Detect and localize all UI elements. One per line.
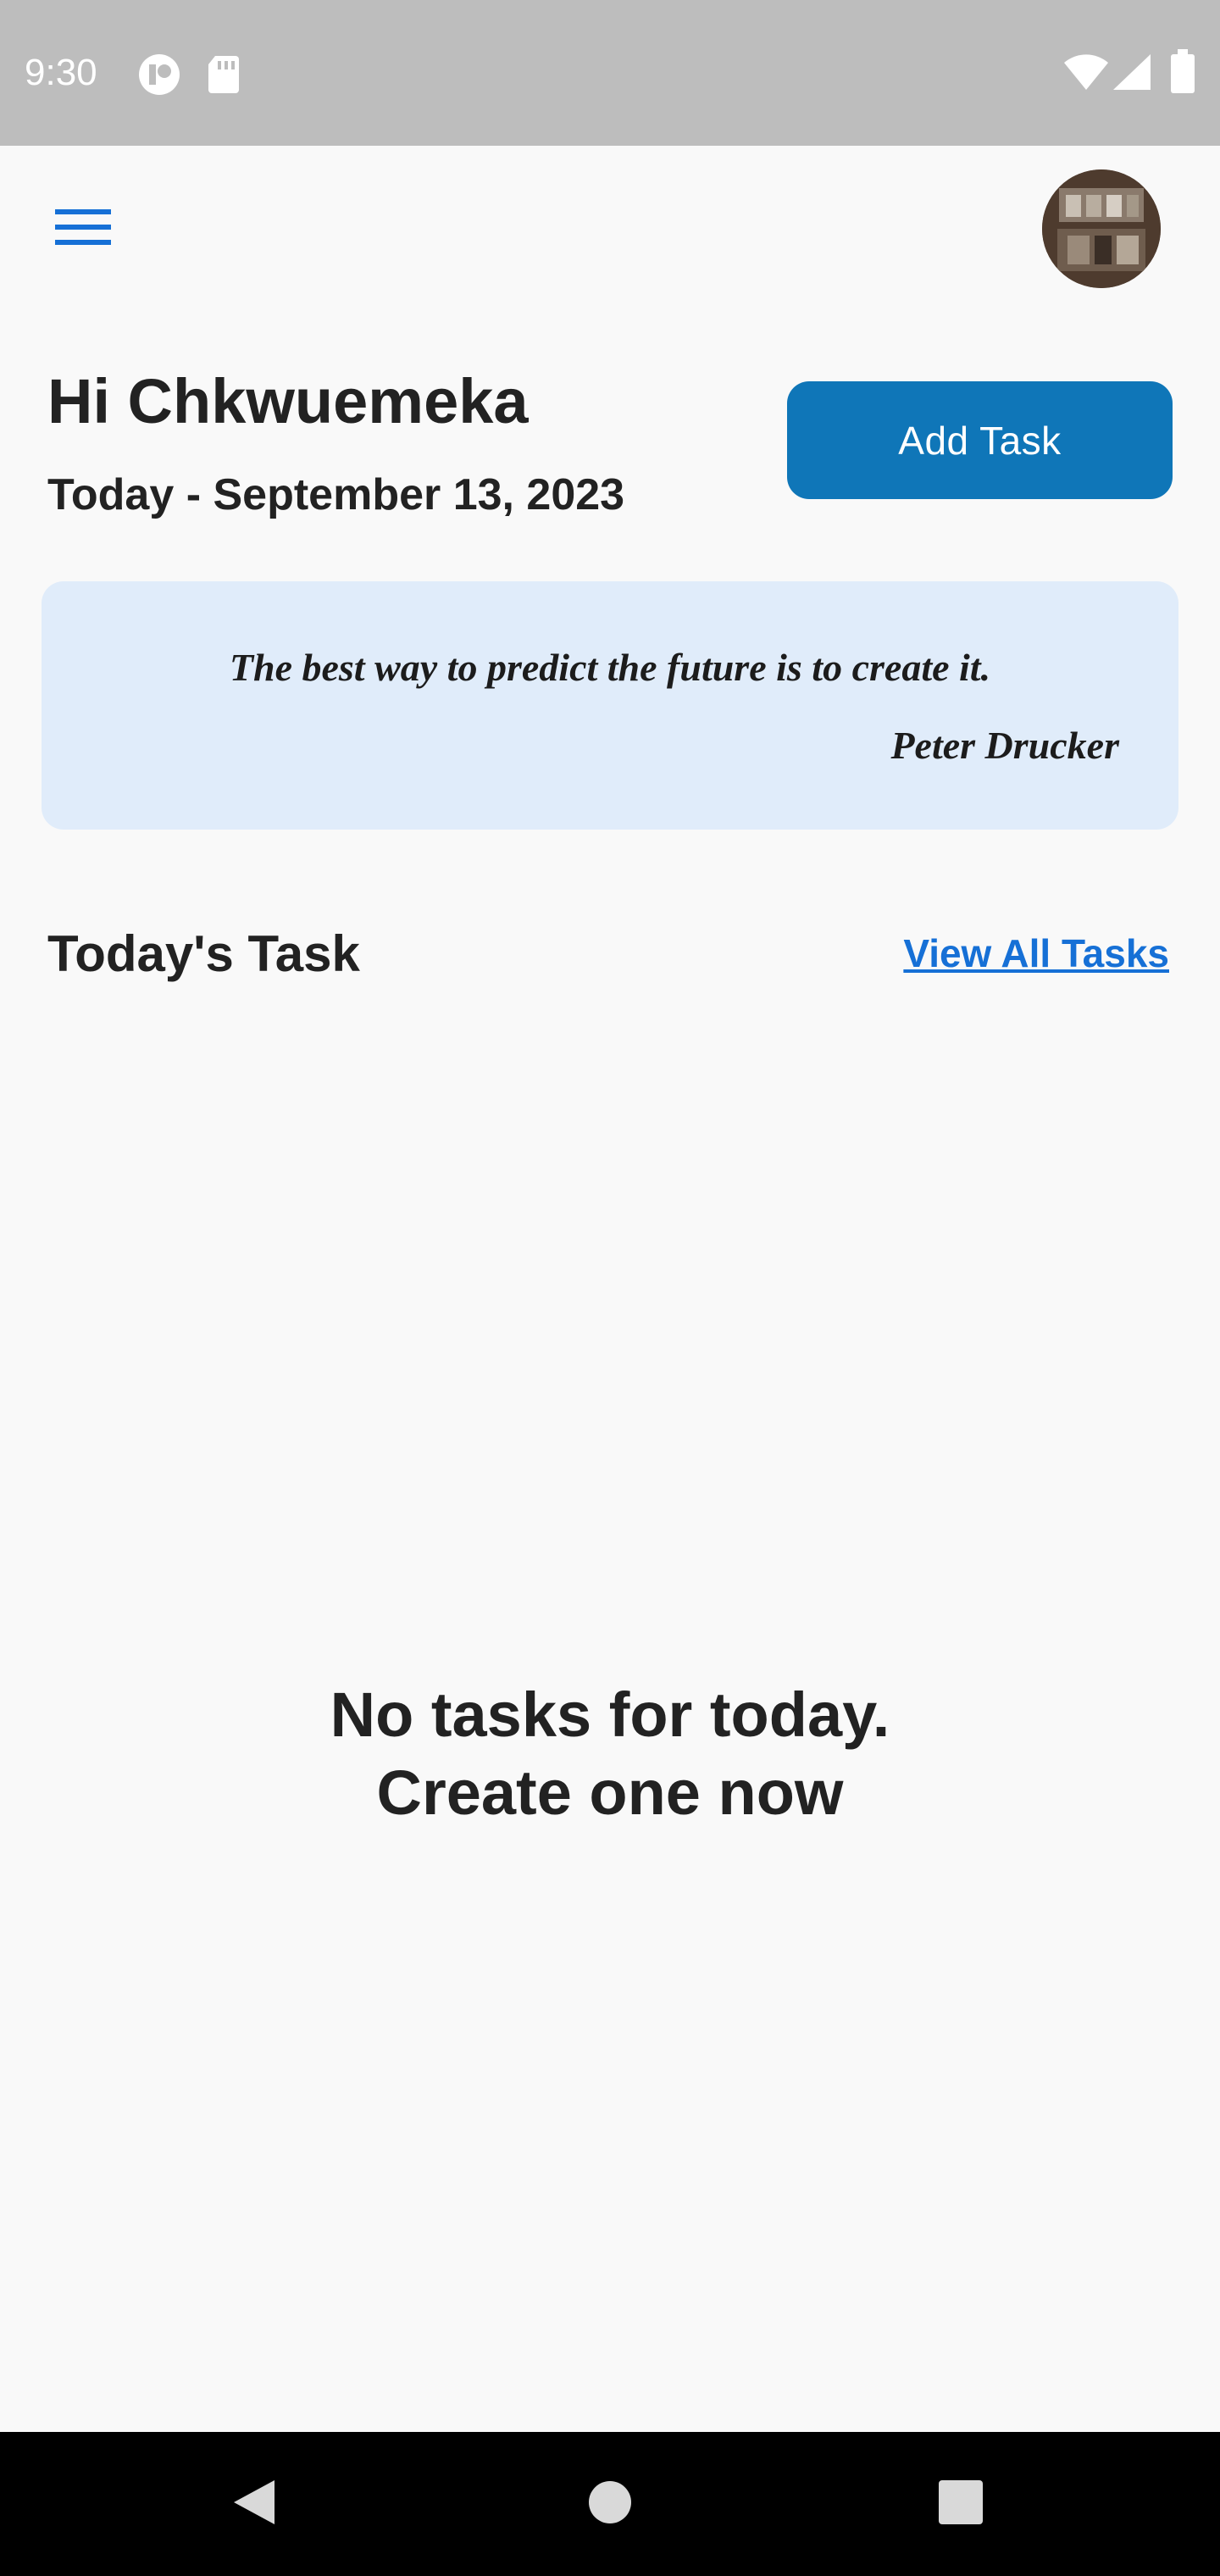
add-task-button[interactable]: Add Task <box>787 381 1173 499</box>
hamburger-menu-icon <box>55 208 111 251</box>
today-date: Today - September 13, 2023 <box>47 470 625 519</box>
quote-card: The best way to predict the future is to… <box>42 581 1178 830</box>
wifi-icon <box>1062 53 1110 96</box>
home-circle-icon <box>586 2479 634 2530</box>
empty-state-message: No tasks for today. Create one now <box>0 1676 1220 1832</box>
status-time: 9:30 <box>25 52 97 93</box>
todays-task-heading: Today's Task <box>47 925 360 982</box>
view-all-tasks-link[interactable]: View All Tasks <box>903 924 1169 983</box>
menu-button[interactable] <box>42 188 124 269</box>
empty-state-line-2: Create one now <box>376 1757 844 1828</box>
status-bar: 9:30 <box>0 0 1220 146</box>
quote-author: Peter Drucker <box>890 724 1119 767</box>
sd-card-icon <box>207 54 241 99</box>
recents-square-icon <box>937 2479 984 2530</box>
back-triangle-icon <box>230 2477 278 2532</box>
app-bar <box>0 146 1220 315</box>
profile-avatar[interactable] <box>1042 169 1161 288</box>
recents-button[interactable] <box>927 2470 995 2538</box>
back-button[interactable] <box>220 2470 288 2538</box>
cell-signal-icon <box>1112 53 1152 96</box>
empty-state-line-1: No tasks for today. <box>330 1679 890 1750</box>
battery-icon <box>1169 49 1196 97</box>
home-button[interactable] <box>576 2470 644 2538</box>
quote-text: The best way to predict the future is to… <box>229 646 991 689</box>
notification-circle-icon <box>137 53 181 101</box>
greeting-heading: Hi Chkwuemeka <box>47 366 529 436</box>
